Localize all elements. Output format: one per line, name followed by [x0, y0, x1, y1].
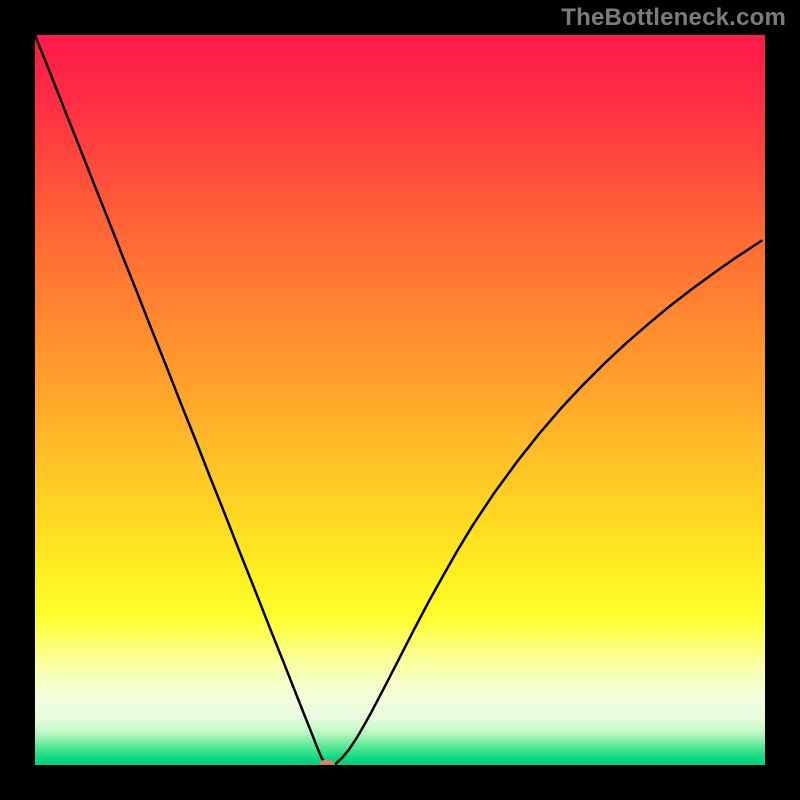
- plot-area: [35, 35, 765, 765]
- chart-frame: TheBottleneck.com: [0, 0, 800, 800]
- optimal-point-marker: [319, 760, 335, 766]
- plot-svg: [35, 35, 765, 765]
- watermark-text: TheBottleneck.com: [561, 4, 786, 32]
